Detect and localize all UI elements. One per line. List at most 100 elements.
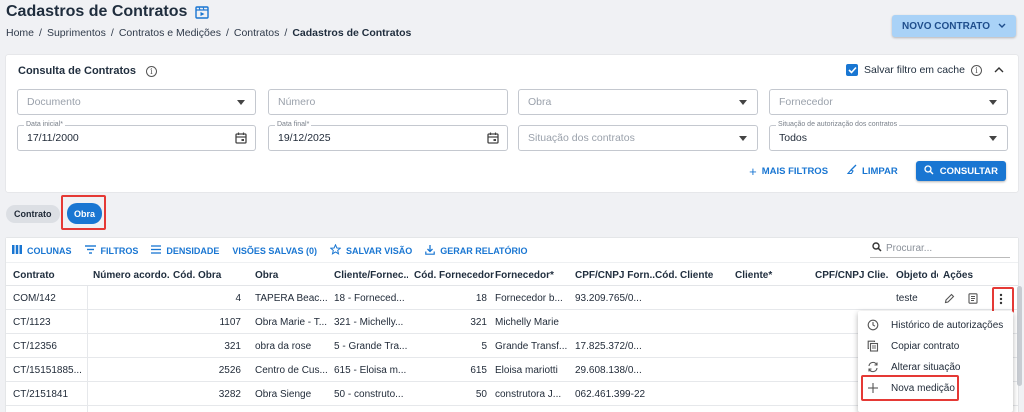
cell-cod-obra: 321 bbox=[224, 341, 241, 352]
filter-panel: Consulta de Contratos i Salvar filtro em… bbox=[6, 55, 1018, 192]
save-filter-checkbox[interactable] bbox=[846, 64, 859, 76]
cell-cod-obra: 4 bbox=[235, 293, 241, 304]
edit-pencil-icon[interactable] bbox=[944, 287, 955, 310]
numero-input[interactable]: Número bbox=[268, 89, 508, 115]
cell-obra: Centro de Cus... bbox=[255, 365, 328, 376]
cell-cod-obra: 2526 bbox=[218, 365, 241, 376]
cell-cod-obra: 3282 bbox=[218, 389, 241, 400]
cell-cliente-fornec: 50 - construto... bbox=[334, 389, 404, 400]
cell-contrato: CT/12356 bbox=[13, 341, 57, 352]
cell-acordo bbox=[93, 311, 169, 334]
cell-contrato: CT/1123 bbox=[13, 317, 51, 328]
data-final-field[interactable]: Data final* 19/12/2025 bbox=[268, 121, 508, 151]
cell-acordo bbox=[93, 359, 169, 382]
column-header[interactable]: Cód. Cliente bbox=[655, 263, 729, 287]
cell-cpf-fornecedor bbox=[575, 311, 653, 334]
document-details-icon[interactable] bbox=[968, 287, 978, 310]
save-view-button[interactable]: SALVAR VISÃO bbox=[329, 243, 412, 257]
filter-lines-icon bbox=[84, 245, 96, 256]
fornecedor-select[interactable]: Fornecedor bbox=[769, 89, 1008, 115]
cell-cliente-fornec: 615 - Eloisa m... bbox=[334, 365, 407, 376]
column-header: Ações bbox=[943, 269, 974, 281]
nova-medicao-highlight bbox=[861, 375, 959, 401]
saved-views-button[interactable]: VISÕES SALVAS (0) bbox=[232, 244, 317, 257]
column-header[interactable]: CPF/CNPJ Clie... bbox=[815, 263, 889, 287]
columns-icon bbox=[12, 245, 22, 256]
data-inicial-field[interactable]: Data inicial* 17/11/2000 bbox=[17, 121, 256, 151]
table-row[interactable]: COM/142 4 TAPERA Beac... 18 - Forneced..… bbox=[6, 287, 1018, 310]
cell-obra: Obra Marie - T... bbox=[255, 317, 328, 328]
cell-contrato: CT/2151841 bbox=[13, 389, 69, 400]
video-tutorial-icon[interactable] bbox=[195, 5, 210, 19]
situacao-select[interactable]: Situação dos contratos bbox=[518, 125, 758, 151]
column-header[interactable]: Cliente* bbox=[735, 263, 809, 287]
new-contract-button[interactable]: NOVO CONTRATO bbox=[892, 15, 1016, 37]
cell-obra: obra da rose bbox=[255, 341, 312, 352]
column-header[interactable]: Objeto do bbox=[896, 263, 938, 287]
cell-cliente-fornec: 18 - Forneced... bbox=[334, 293, 405, 304]
cell-obra: TAPERA Beac... bbox=[255, 293, 328, 304]
cell-cpf-fornecedor: 062.461.399-22 bbox=[575, 389, 646, 400]
cell-contrato: CT/15151885... bbox=[13, 365, 82, 376]
info-icon[interactable]: i bbox=[971, 64, 982, 76]
cell-objeto: teste bbox=[896, 293, 918, 304]
menu-item-historico[interactable]: Histórico de autorizações bbox=[858, 315, 1013, 336]
column-header[interactable]: Cliente/Fornec... bbox=[334, 263, 408, 287]
breadcrumb-current: Cadastros de Contratos bbox=[292, 27, 412, 39]
clear-button[interactable]: LIMPAR bbox=[846, 164, 898, 178]
columns-button[interactable]: COLUNAS bbox=[12, 244, 72, 257]
cell-cod-fornecedor: 5 bbox=[481, 341, 487, 352]
column-header[interactable]: Cód. Fornecedor bbox=[414, 263, 496, 287]
column-header[interactable]: Cód. Obra bbox=[173, 263, 233, 287]
broom-icon bbox=[846, 164, 857, 178]
documento-select[interactable]: Documento bbox=[17, 89, 256, 115]
cell-fornecedor: Fornecedor b... bbox=[495, 293, 563, 304]
cell-cod-fornecedor: 615 bbox=[470, 365, 487, 376]
column-header[interactable]: Obra bbox=[255, 263, 329, 287]
breadcrumb-contratos[interactable]: Contratos bbox=[234, 27, 280, 39]
download-icon bbox=[425, 244, 436, 257]
dropdown-caret-icon bbox=[739, 100, 747, 105]
cell-fornecedor: construtora J... bbox=[495, 389, 562, 400]
dropdown-caret-icon bbox=[739, 136, 747, 141]
chip-obra-highlight bbox=[61, 195, 106, 230]
cell-acordo bbox=[93, 287, 169, 310]
column-header[interactable]: Fornecedor* bbox=[495, 263, 569, 287]
dropdown-caret-icon bbox=[237, 100, 245, 105]
menu-item-copiar[interactable]: Copiar contrato bbox=[858, 336, 1013, 357]
more-filters-button[interactable]: + MAIS FILTROS bbox=[749, 164, 828, 179]
grid-toolbar: COLUNAS FILTROS DENSIDADE VISÕES SALVAS … bbox=[12, 243, 528, 257]
chevron-up-icon[interactable] bbox=[994, 64, 1004, 76]
column-header[interactable]: Número acordo... bbox=[93, 263, 169, 287]
grid-scrollbar[interactable] bbox=[1017, 286, 1022, 386]
cell-cliente-fornec: 321 - Michelly... bbox=[334, 317, 404, 328]
autorizacao-select[interactable]: Situação de autorização dos contratos To… bbox=[769, 121, 1008, 151]
density-button[interactable]: DENSIDADE bbox=[151, 244, 219, 257]
plus-icon: + bbox=[749, 163, 757, 179]
cell-fornecedor: Grande Transf... bbox=[495, 341, 568, 352]
breadcrumb-home[interactable]: Home bbox=[6, 27, 34, 39]
calendar-icon[interactable] bbox=[487, 132, 499, 147]
report-button[interactable]: GERAR RELATÓRIO bbox=[425, 244, 528, 257]
save-filter-cache: Salvar filtro em cache i bbox=[846, 64, 1004, 76]
dropdown-caret-icon bbox=[989, 100, 997, 105]
filter-actions: + MAIS FILTROS LIMPAR CONSULTAR bbox=[749, 161, 1006, 181]
breadcrumb-contratos-medicoes[interactable]: Contratos e Medições bbox=[119, 27, 221, 39]
breadcrumb: Home / Suprimentos / Contratos e Medições / Co… bbox=[6, 27, 412, 39]
column-header[interactable]: Contrato bbox=[13, 263, 83, 287]
grid-search-input[interactable]: Procurar... bbox=[870, 240, 1010, 258]
cell-fornecedor: Eloisa mariotti bbox=[495, 365, 558, 376]
info-icon[interactable]: i bbox=[145, 65, 157, 77]
obra-select[interactable]: Obra bbox=[518, 89, 758, 115]
copy-icon bbox=[867, 340, 879, 355]
column-header[interactable]: CPF/CNPJ Forn... bbox=[575, 263, 655, 287]
more-actions-highlight bbox=[992, 287, 1014, 313]
breadcrumb-suprimentos[interactable]: Suprimentos bbox=[47, 27, 106, 39]
chip-contrato[interactable]: Contrato bbox=[6, 205, 60, 223]
filters-button[interactable]: FILTROS bbox=[84, 244, 138, 257]
cell-cod-fornecedor: 18 bbox=[475, 293, 487, 304]
cell-cliente-fornec: 5 - Grande Tra... bbox=[334, 341, 408, 352]
calendar-icon[interactable] bbox=[235, 132, 247, 147]
consult-button[interactable]: CONSULTAR bbox=[915, 161, 1006, 181]
search-icon bbox=[872, 242, 882, 255]
